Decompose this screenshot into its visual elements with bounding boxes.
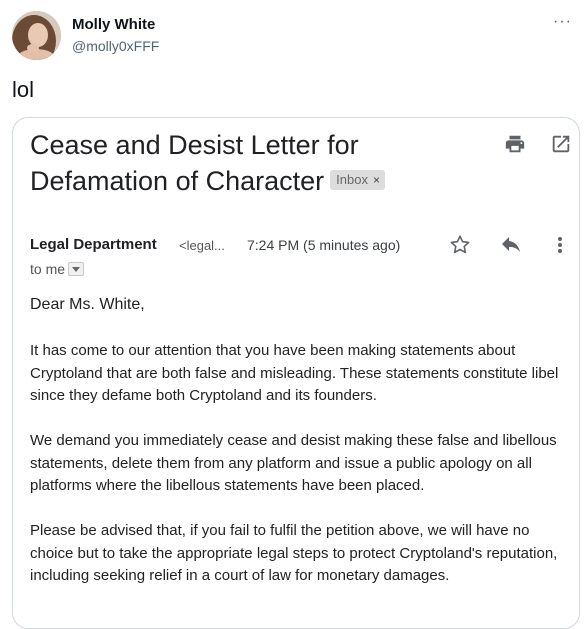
remove-label-icon[interactable]: ×	[373, 173, 380, 187]
author-name[interactable]: Molly White	[72, 16, 155, 33]
open-in-new-window-icon[interactable]	[550, 133, 572, 155]
more-horizontal-icon[interactable]: ···	[553, 13, 572, 31]
email-subject: Cease and Desist Letter for Defamation o…	[30, 127, 430, 199]
tweet-text: lol	[12, 77, 35, 102]
star-icon[interactable]	[448, 233, 472, 257]
tweet-header: Molly White @molly0xFFF ···	[12, 11, 584, 63]
email-subject-text: Cease and Desist Letter for Defamation o…	[30, 130, 359, 196]
more-vertical-icon[interactable]	[553, 233, 567, 257]
email-paragraph: It has come to our attention that you ha…	[30, 342, 559, 404]
email-greeting: Dear Ms. White,	[30, 296, 145, 313]
email-paragraph: Please be advised that, if you fail to f…	[30, 522, 558, 584]
sender-name: Legal Department	[30, 236, 157, 253]
inbox-label-text: Inbox	[336, 171, 368, 187]
chevron-down-icon[interactable]	[68, 262, 85, 277]
author-handle[interactable]: @molly0xFFF	[72, 38, 159, 54]
avatar-image	[12, 11, 61, 60]
email-timestamp: 7:24 PM (5 minutes ago)	[247, 237, 401, 253]
avatar[interactable]	[12, 11, 61, 60]
inbox-label-chip[interactable]: Inbox ×	[330, 169, 385, 190]
sender-email: <legal...	[179, 238, 225, 253]
tweet-image-card[interactable]: Cease and Desist Letter for Defamation o…	[12, 117, 580, 629]
print-icon[interactable]	[504, 133, 526, 155]
email-paragraph: We demand you immediately cease and desi…	[30, 432, 557, 494]
reply-icon[interactable]	[499, 234, 523, 256]
recipient-text: to me	[30, 261, 66, 277]
recipient-line: to me	[30, 261, 85, 277]
